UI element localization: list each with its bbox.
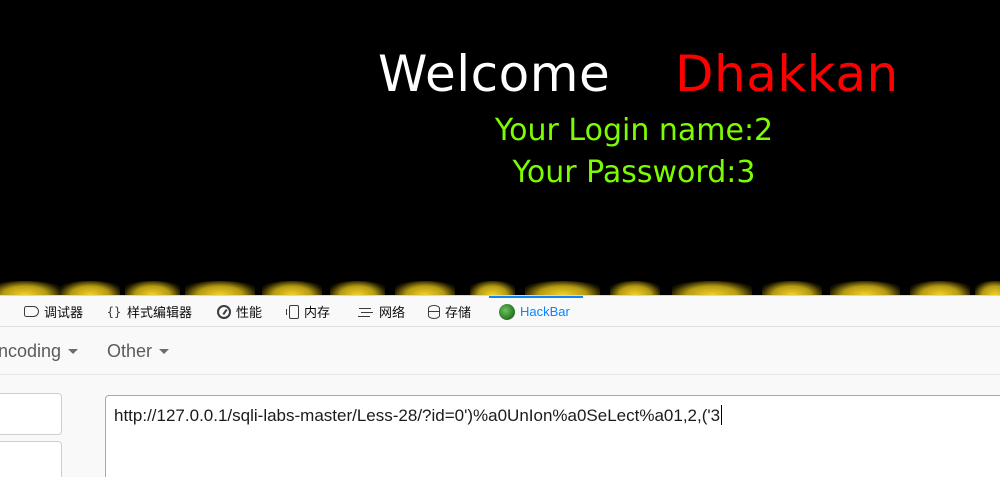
login-name-line: Your Login name:2: [494, 113, 774, 148]
style-editor-icon: {}: [106, 304, 122, 319]
page-content: Welcome Dhakkan Your Login name:2 Your P…: [0, 0, 1000, 295]
welcome-text: Welcome: [378, 45, 611, 103]
text-cursor: [721, 405, 723, 425]
tab-network[interactable]: 网络: [358, 296, 405, 327]
url-input[interactable]: http://127.0.0.1/sqli-labs-master/Less-2…: [105, 395, 1000, 477]
banner-image: [0, 281, 1000, 295]
password-line: Your Password:3: [512, 155, 756, 190]
user-name-text: Dhakkan: [675, 45, 899, 103]
debugger-icon: [24, 306, 39, 317]
memory-icon: [286, 304, 299, 319]
encoding-menu-label: ncoding: [0, 341, 62, 361]
hackbar-body: http://127.0.0.1/sqli-labs-master/Less-2…: [0, 376, 1000, 477]
chevron-down-icon: [159, 349, 170, 354]
welcome-heading: Welcome Dhakkan: [0, 42, 1000, 112]
hackbar-icon: [499, 303, 515, 320]
tab-performance[interactable]: 性能: [217, 296, 262, 327]
split-url-button[interactable]: [0, 441, 62, 477]
tab-hackbar[interactable]: HackBar: [489, 296, 583, 327]
url-text: http://127.0.0.1/sqli-labs-master/Less-2…: [114, 406, 721, 425]
other-menu[interactable]: Other: [107, 328, 170, 375]
tab-label: 存储: [445, 305, 472, 320]
tab-label: HackBar: [520, 304, 570, 319]
chevron-down-icon: [68, 349, 79, 354]
tab-label: 样式编辑器: [127, 305, 193, 320]
encoding-menu[interactable]: ncoding: [0, 328, 79, 375]
tab-label: 内存: [304, 305, 331, 320]
tab-memory[interactable]: 内存: [286, 296, 330, 327]
devtools-panel: 调试器 {} 样式编辑器 性能 内存 网络 存储 HackBar ncoding: [0, 295, 1000, 477]
tab-storage[interactable]: 存储: [428, 296, 471, 327]
load-url-button[interactable]: [0, 393, 62, 435]
tab-label: 调试器: [44, 305, 84, 320]
tab-label: 性能: [236, 305, 263, 320]
tab-debugger[interactable]: 调试器: [24, 296, 83, 327]
performance-icon: [217, 304, 231, 319]
other-menu-label: Other: [107, 341, 153, 361]
network-icon: [358, 304, 374, 320]
storage-icon: [428, 304, 440, 319]
hackbar-toolbar: ncoding Other: [0, 328, 1000, 375]
devtools-tab-bar: 调试器 {} 样式编辑器 性能 内存 网络 存储 HackBar: [0, 296, 1000, 327]
tab-style-editor[interactable]: {} 样式编辑器: [106, 296, 192, 327]
tab-label: 网络: [379, 305, 406, 320]
